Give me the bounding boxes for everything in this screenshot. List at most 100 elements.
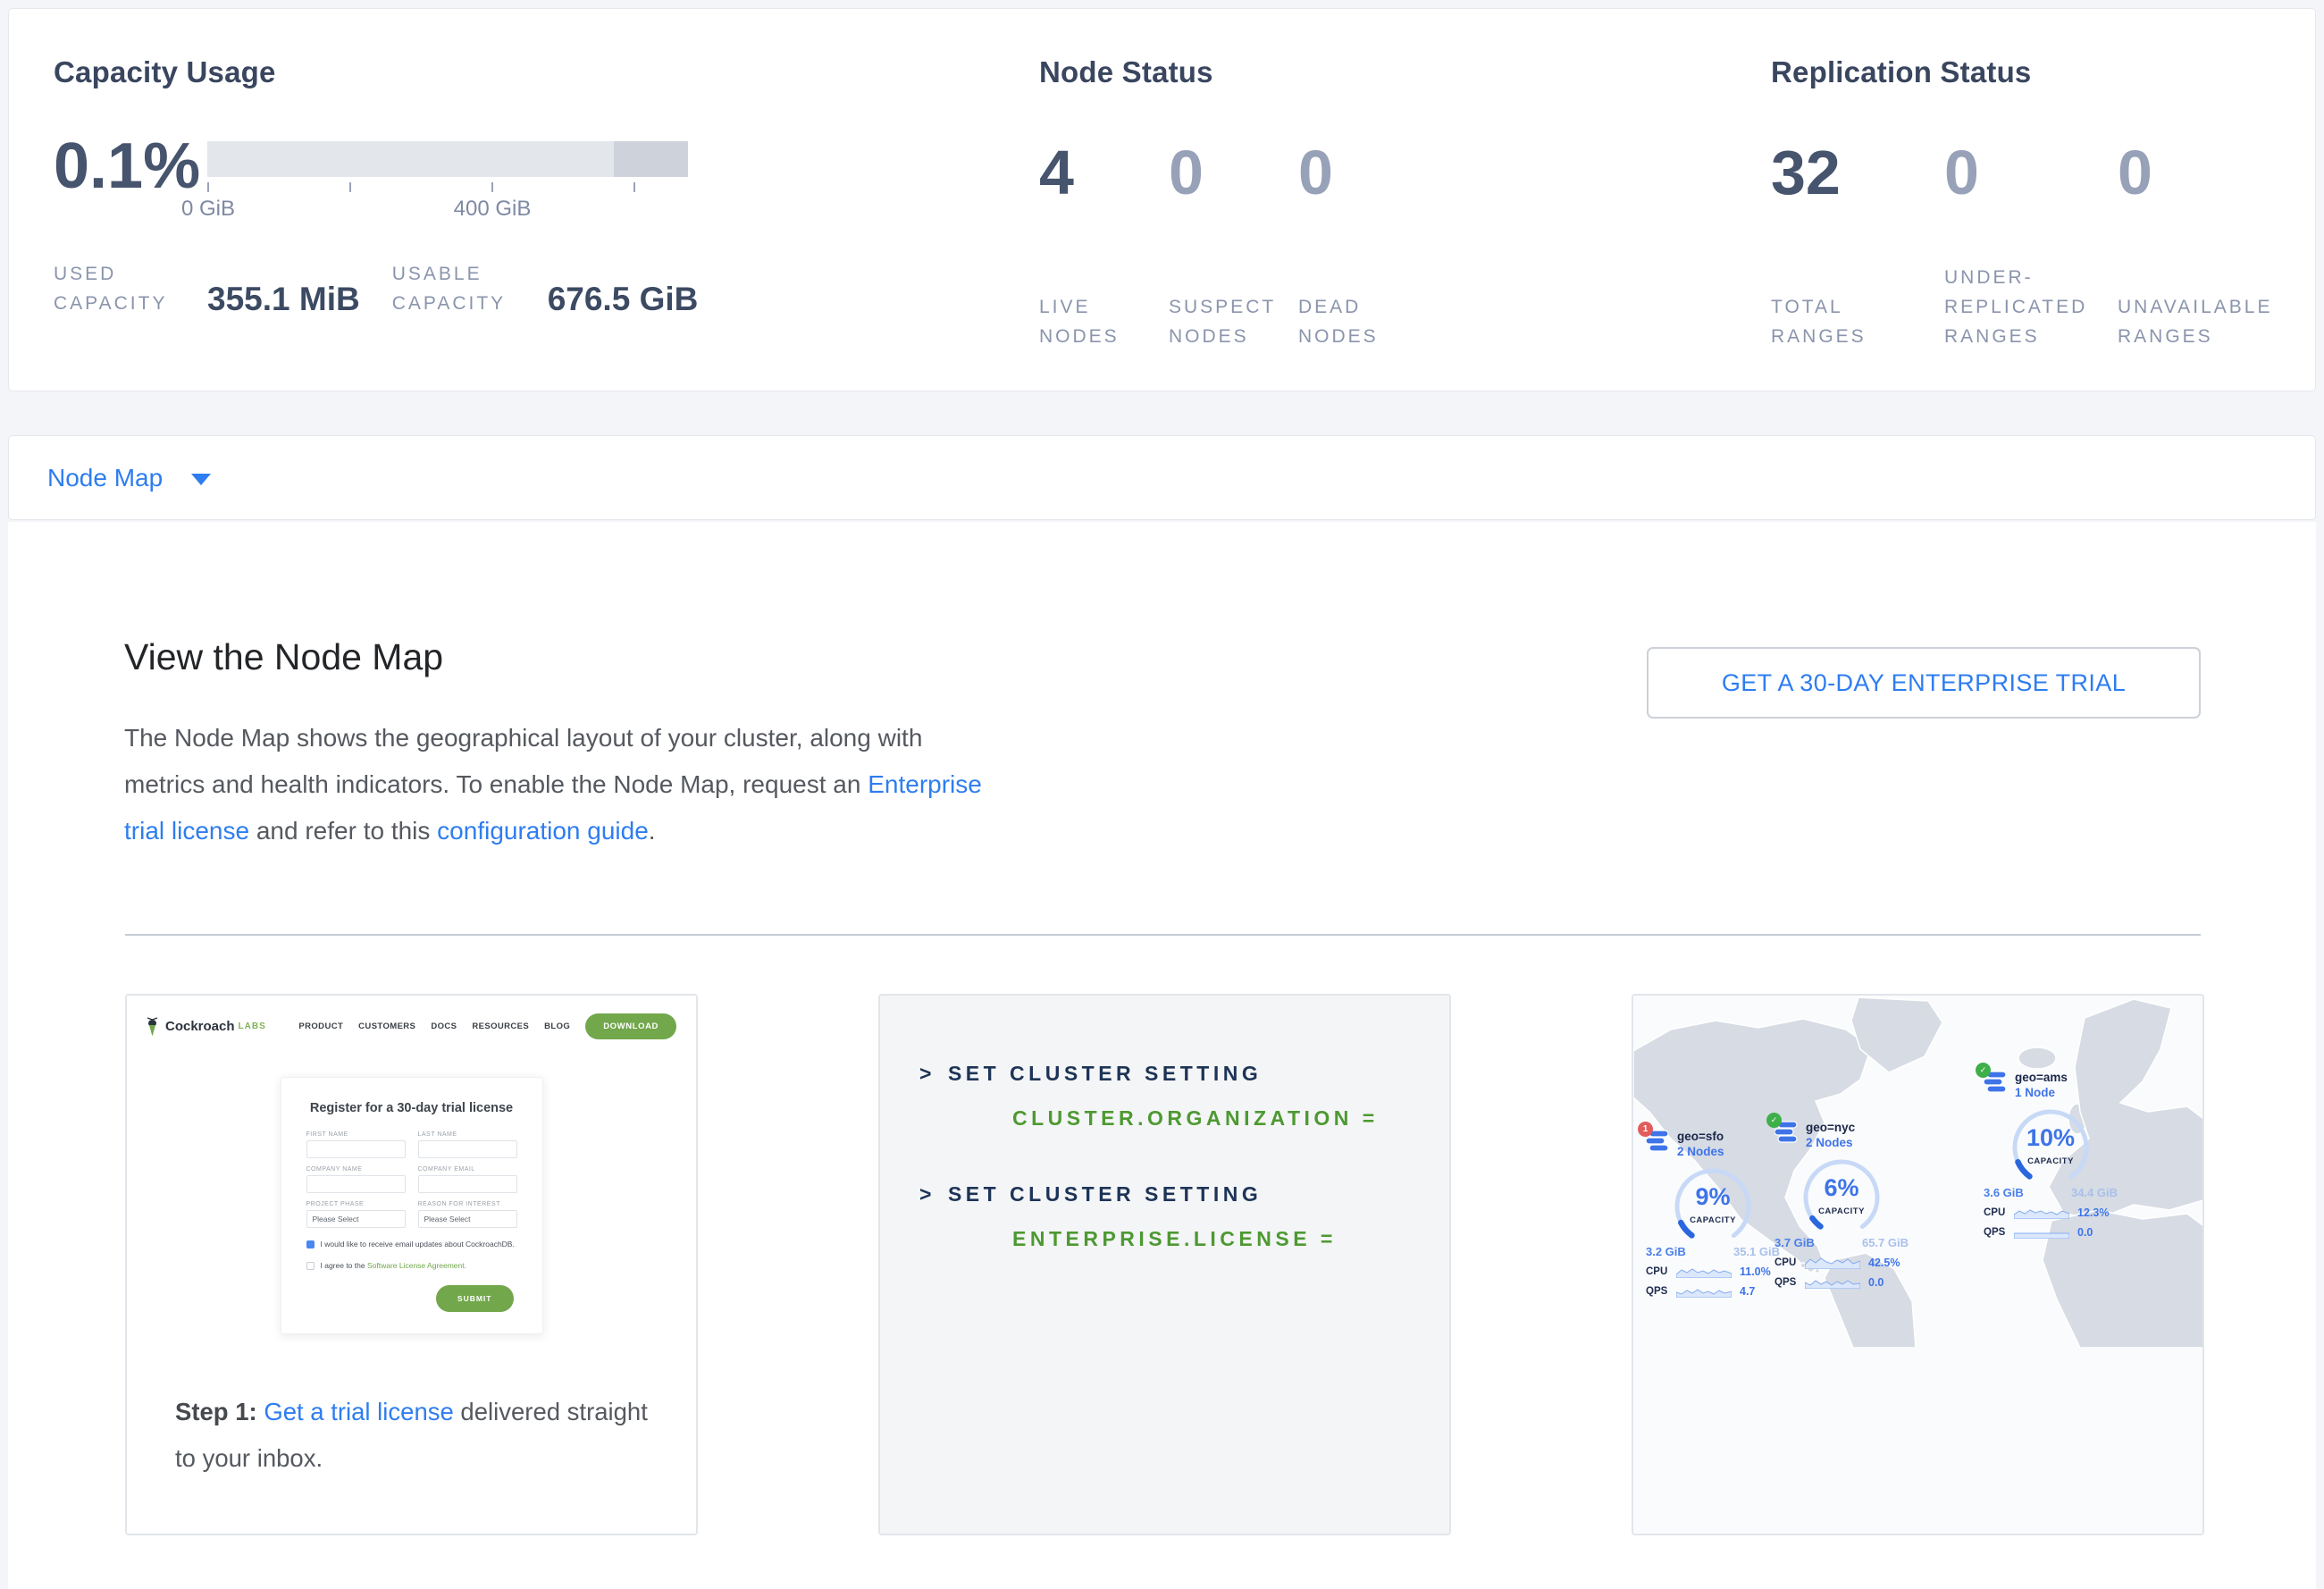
- step1-caption: Step 1: Get a trial license delivered st…: [127, 1348, 696, 1534]
- configuration-guide-link[interactable]: configuration guide: [437, 817, 649, 845]
- qps-sparkline: [1676, 1284, 1732, 1298]
- project-phase-label: PROJECT PHASE: [306, 1201, 406, 1207]
- reason-select: Please Select: [418, 1210, 517, 1228]
- sql-arg-license: ENTERPRISE.LICENSE =: [919, 1227, 1449, 1251]
- page-title: View the Node Map: [124, 636, 443, 678]
- capacity-tick: [633, 182, 635, 192]
- qps-value: 0.0: [1868, 1276, 1884, 1289]
- qps-metric: QPS 0.0: [1774, 1275, 1909, 1289]
- database-icon: ✓: [1984, 1071, 2007, 1094]
- database-icon: ✓: [1774, 1121, 1798, 1144]
- node-status-section: Node Status 4 LIVE NODES 0 SUSPECT NODES…: [1039, 55, 1428, 351]
- capacity-total: 34.4 GiB: [2071, 1186, 2118, 1199]
- sql-command-2: SET CLUSTER SETTING: [948, 1182, 1262, 1206]
- first-name-field: [306, 1140, 406, 1158]
- locality-nyc: ✓ geo=nyc 2 Nodes 6%: [1774, 1121, 1909, 1289]
- usable-capacity-label: USABLE CAPACITY: [392, 259, 546, 318]
- capacity-gauge-nyc: 6% CAPACITY 3.7 GiB 65.7 GiB: [1774, 1156, 1909, 1249]
- usable-capacity-value: 676.5 GiB: [548, 282, 699, 318]
- company-name-field: [306, 1175, 406, 1193]
- capacity-tick: [349, 182, 351, 192]
- mini-form-title: Register for a 30-day trial license: [306, 1101, 517, 1115]
- capacity-used-percent: 0.1%: [54, 134, 207, 198]
- step3-caption: Step 3: Follow this guide to configure l…: [1633, 1534, 2202, 1535]
- cpu-value: 11.0%: [1740, 1265, 1771, 1278]
- description-text: and refer to this: [249, 817, 437, 845]
- first-name-label: FIRST NAME: [306, 1131, 406, 1138]
- capacity-caption: CAPACITY: [1774, 1206, 1909, 1216]
- database-icon: 1: [1646, 1130, 1669, 1153]
- company-name-label: COMPANY NAME: [306, 1166, 406, 1173]
- locality-sfo: 1 geo=sfo 2 Nodes 9%: [1646, 1130, 1773, 1298]
- capacity-percent: 10%: [1984, 1124, 2118, 1152]
- live-nodes-value: 4: [1039, 141, 1169, 204]
- cpu-sparkline: [1805, 1256, 1860, 1269]
- capacity-usage-section: Capacity Usage 0.1% 0 GiB 400 GiB USED C…: [54, 55, 698, 318]
- step3-card: 1 geo=sfo 2 Nodes 9%: [1632, 994, 2204, 1535]
- capacity-gauge-sfo: 9% CAPACITY 3.2 GiB 35.1 GiB: [1646, 1165, 1780, 1258]
- qps-metric: QPS 4.7: [1646, 1284, 1773, 1298]
- locality-node-count: 2 Nodes: [1677, 1145, 1724, 1158]
- locality-node-count: 1 Node: [2015, 1086, 2068, 1099]
- capacity-bar: 0 GiB 400 GiB: [207, 141, 688, 177]
- nodemap-promo-panel: View the Node Map The Node Map shows the…: [8, 522, 2316, 1589]
- cpu-value: 12.3%: [2077, 1206, 2109, 1219]
- suspect-nodes-stat: 0 SUSPECT NODES: [1169, 141, 1298, 351]
- suspect-nodes-label: SUSPECT NODES: [1169, 292, 1298, 351]
- capacity-used: 3.6 GiB: [1984, 1186, 2024, 1199]
- software-license-link: Software License Agreement.: [367, 1261, 466, 1270]
- license-agree-label: I agree to the Software License Agreemen…: [321, 1261, 467, 1271]
- locality-name: geo=sfo: [1677, 1130, 1724, 1143]
- capacity-caption: CAPACITY: [1646, 1215, 1780, 1225]
- company-email-field: [418, 1175, 517, 1193]
- healthy-badge: ✓: [1976, 1063, 1991, 1078]
- replication-status-title: Replication Status: [1771, 55, 2291, 89]
- capacity-total: 65.7 GiB: [1862, 1236, 1909, 1249]
- replication-status-section: Replication Status 32 TOTAL RANGES 0 UND…: [1771, 55, 2291, 351]
- cockroach-bug-icon: [145, 1017, 160, 1037]
- reason-label: REASON FOR INTEREST: [418, 1201, 517, 1207]
- capacity-bar-other-segment: [614, 141, 688, 177]
- step2-caption: Step 2: Activate the trial license with …: [880, 1534, 1449, 1535]
- dead-nodes-label: DEAD NODES: [1298, 292, 1428, 351]
- sql-prompt: >: [919, 1182, 935, 1206]
- under-replicated-stat: 0 UNDER- REPLICATED RANGES: [1944, 141, 2118, 351]
- locality-node-count: 2 Nodes: [1806, 1136, 1855, 1149]
- total-ranges-stat: 32 TOTAL RANGES: [1771, 141, 1944, 351]
- capacity-percent: 6%: [1774, 1174, 1909, 1202]
- sql-commands-panel: > SET CLUSTER SETTING CLUSTER.ORGANIZATIO…: [880, 996, 1449, 1534]
- mini-submit-button: SUBMIT: [436, 1285, 514, 1312]
- under-replicated-label: UNDER- REPLICATED RANGES: [1944, 263, 2118, 351]
- used-capacity-value: 355.1 MiB: [207, 282, 360, 318]
- qps-sparkline: [1805, 1275, 1860, 1289]
- mini-nav-product: PRODUCT: [298, 1022, 343, 1031]
- company-email-label: COMPANY EMAIL: [418, 1166, 517, 1173]
- used-capacity-label: USED CAPACITY: [54, 259, 206, 318]
- total-ranges-label: TOTAL RANGES: [1771, 292, 1944, 351]
- dead-node-badge: 1: [1638, 1122, 1653, 1137]
- capacity-bar-track: [207, 141, 688, 177]
- capacity-total: 35.1 GiB: [1733, 1245, 1780, 1258]
- get-enterprise-trial-button[interactable]: GET A 30-DAY ENTERPRISE TRIAL: [1647, 647, 2201, 719]
- license-agree-checkbox: [306, 1262, 315, 1270]
- trial-license-form-thumbnail: Cockroach LABS PRODUCT CUSTOMERS DOCS RE…: [127, 996, 696, 1348]
- locality-ams: ✓ geo=ams 1 Node 10%: [1984, 1071, 2127, 1239]
- node-status-title: Node Status: [1039, 55, 1428, 89]
- mini-download-button: DOWNLOAD: [585, 1013, 676, 1039]
- cpu-metric: CPU 11.0%: [1646, 1265, 1773, 1278]
- capacity-tick-label-400: 400 GiB: [454, 197, 532, 222]
- capacity-caption: CAPACITY: [1984, 1156, 2118, 1166]
- sql-command-1: SET CLUSTER SETTING: [948, 1062, 1262, 1085]
- get-trial-license-link[interactable]: Get a trial license: [264, 1398, 453, 1425]
- nodemap-thumbnail: 1 geo=sfo 2 Nodes 9%: [1633, 996, 2202, 1534]
- sql-arg-organization: CLUSTER.ORGANIZATION =: [919, 1106, 1449, 1131]
- trial-registration-form: Register for a 30-day trial license FIRS…: [281, 1077, 543, 1334]
- cluster-summary-panel: Capacity Usage 0.1% 0 GiB 400 GiB USED C…: [8, 8, 2316, 391]
- qps-value: 4.7: [1740, 1285, 1755, 1298]
- capacity-tick: [207, 182, 209, 192]
- chevron-down-icon[interactable]: [191, 474, 211, 485]
- nodemap-dropdown[interactable]: Node Map: [47, 464, 163, 492]
- live-nodes-stat: 4 LIVE NODES: [1039, 141, 1169, 351]
- capacity-percent: 9%: [1646, 1183, 1780, 1211]
- cpu-metric: CPU 12.3%: [1984, 1206, 2127, 1219]
